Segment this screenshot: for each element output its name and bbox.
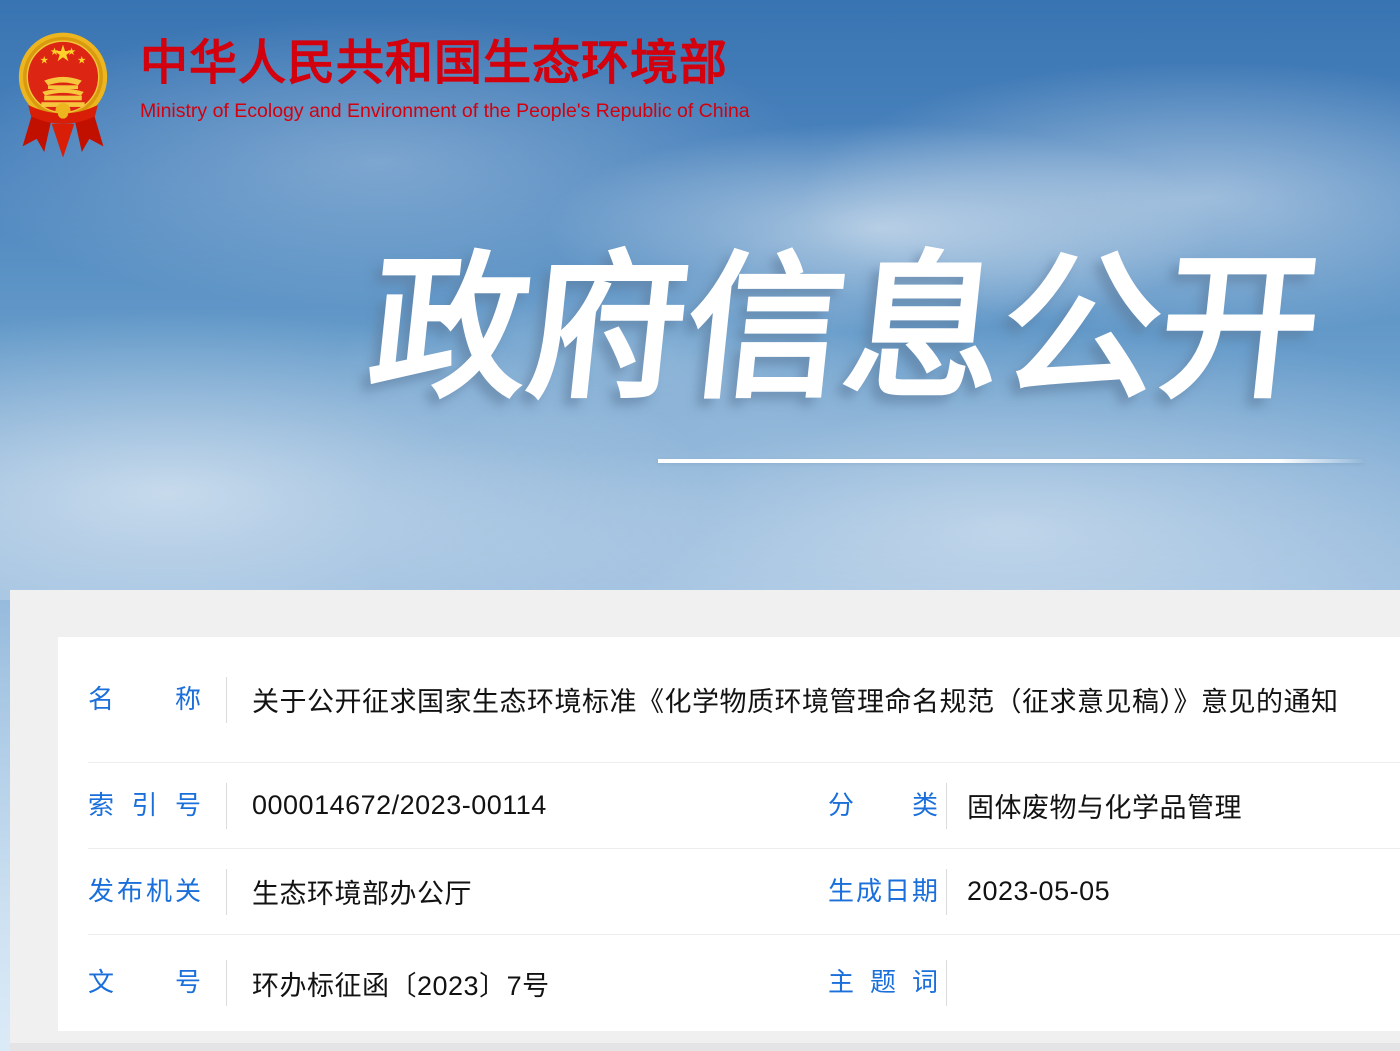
cell-category: 分类 固体废物与化学品管理 (828, 783, 1242, 829)
site-title: 中华人民共和国生态环境部 (140, 38, 750, 91)
info-row-doc-number: 文号 环办标征函〔2023〕7号 主题词 (58, 935, 1400, 1031)
label-divider (226, 677, 227, 723)
field-value-issuing-agency: 生态环境部办公厅 (252, 872, 472, 911)
field-value-category: 固体废物与化学品管理 (967, 786, 1242, 825)
field-label-generation-date: 生成日期 (828, 875, 938, 909)
page-banner-title: 政府信息公开 (363, 250, 1328, 408)
svg-text:★: ★ (77, 56, 86, 67)
field-label-category: 分类 (828, 789, 938, 823)
field-value-index-number: 000014672/2023-00114 (252, 790, 547, 821)
cell-generation-date: 生成日期 2023-05-05 (828, 869, 1110, 915)
info-row-name: 名称 关于公开征求国家生态环境标准《化学物质环境管理命名规范（征求意见稿）》意见… (58, 637, 1400, 762)
cell-document-number: 文号 环办标征函〔2023〕7号 (88, 960, 828, 1006)
header-logo-link[interactable]: ★ ★ ★ ★ ★ 中华人民共和国生态环境部 Ministry of Ecolo… (16, 16, 750, 162)
document-info-card: 名称 关于公开征求国家生态环境标准《化学物质环境管理命名规范（征求意见稿）》意见… (58, 637, 1400, 1031)
site-subtitle: Ministry of Ecology and Environment of t… (140, 100, 750, 123)
field-value-generation-date: 2023-05-05 (967, 876, 1110, 907)
field-label-document-number: 文号 (88, 966, 201, 1000)
field-label-subject-words: 主题词 (828, 966, 938, 1000)
label-divider (226, 869, 227, 915)
field-label-name: 名称 (88, 683, 201, 717)
field-label-issuing-agency: 发布机关 (88, 875, 201, 909)
field-value-name: 关于公开征求国家生态环境标准《化学物质环境管理命名规范（征求意见稿）》意见的通知 (252, 680, 1339, 719)
svg-text:★: ★ (50, 47, 59, 58)
header-text-block: 中华人民共和国生态环境部 Ministry of Ecology and Env… (140, 16, 750, 123)
label-divider (226, 783, 227, 829)
cell-index-number: 索引号 000014672/2023-00114 (88, 783, 828, 829)
cell-subject-words: 主题词 (828, 960, 967, 1006)
info-row-index: 索引号 000014672/2023-00114 分类 固体废物与化学品管理 (58, 763, 1400, 848)
banner-underline-divider (658, 459, 1364, 463)
china-national-emblem-icon: ★ ★ ★ ★ ★ (16, 18, 110, 162)
label-divider (946, 869, 947, 915)
label-divider (946, 960, 947, 1006)
info-row-issuer: 发布机关 生态环境部办公厅 生成日期 2023-05-05 (58, 849, 1400, 934)
label-divider (226, 960, 227, 1006)
field-value-document-number: 环办标征函〔2023〕7号 (252, 964, 550, 1003)
cell-issuing-agency: 发布机关 生态环境部办公厅 (88, 869, 828, 915)
label-divider (946, 783, 947, 829)
page: ★ ★ ★ ★ ★ 中华人民共和国生态环境部 Ministry of Ecolo… (0, 0, 1400, 1051)
field-label-index-number: 索引号 (88, 789, 201, 823)
svg-text:★: ★ (67, 47, 76, 58)
svg-text:★: ★ (40, 56, 49, 67)
